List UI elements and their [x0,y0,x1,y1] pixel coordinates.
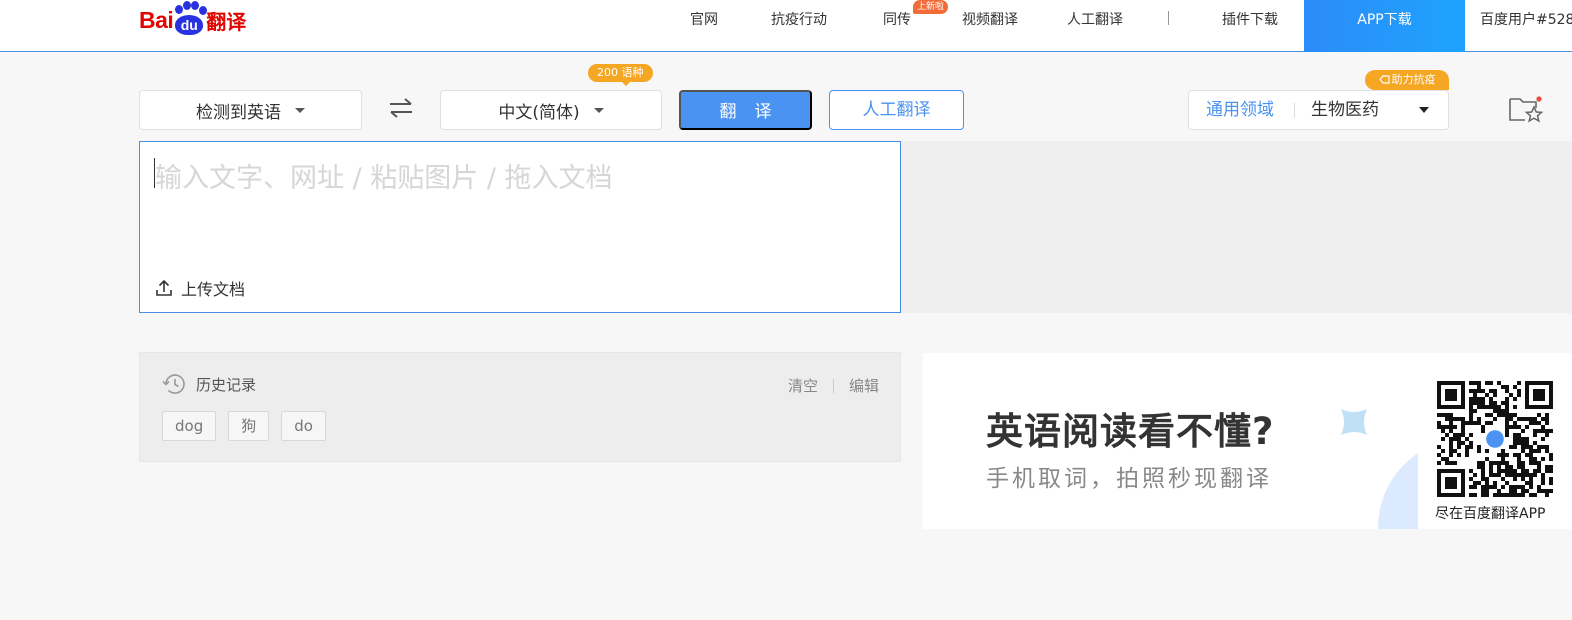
logo-du-text: du [175,15,204,35]
logo-bai-text: Bai [139,6,174,33]
language-count-badge: 200 语种 [588,64,653,86]
baidu-paw-icon: du [172,1,208,37]
upload-document-button[interactable]: 上传文档 [155,276,245,300]
chevron-down-icon [295,107,305,113]
domain-selected-label: 生物医药 [1311,100,1379,120]
swap-arrows-icon[interactable] [387,96,415,120]
nav-human-translate[interactable]: 人工翻译 [1067,0,1123,40]
anti-epidemic-badge-label: 助力抗疫 [1391,73,1436,86]
user-name[interactable]: 百度用户#528 [1480,0,1572,40]
new-badge: 上新啦 [913,0,949,14]
caret-down-icon [1419,107,1429,113]
history-panel: 历史记录 清空 编辑 dog 狗 do [139,352,901,462]
upload-document-label: 上传文档 [181,280,246,299]
source-language-label: 检测到英语 [196,102,281,123]
source-text-input[interactable]: 输入文字、网址 / 粘贴图片 / 拖入文档 上传文档 [139,141,901,313]
history-actions-divider [832,378,834,393]
anti-epidemic-badge: 助力抗疫 [1365,70,1449,90]
nav-kangyi[interactable]: 抗疫行动 [771,0,827,40]
top-header: Bai du 翻译 官网 抗疫行动 同传 上新啦 视频翻译 人工翻译 插件下载 … [0,0,1572,52]
history-edit-button[interactable]: 编辑 [849,375,879,396]
sparkle-icon [1341,409,1367,435]
chevron-down-icon [593,107,604,113]
tag-icon [1378,75,1390,84]
app-qr-card[interactable]: 尽在百度翻译APP [1418,373,1572,529]
logo-fanyi-text: 翻译 [206,9,247,34]
translate-button[interactable]: 翻译 [679,90,812,130]
history-item[interactable]: dog [162,411,217,441]
history-clear-button[interactable]: 清空 [788,375,818,396]
baidu-fanyi-logo[interactable]: Bai du 翻译 [139,1,247,38]
history-items: dog 狗 do [162,411,326,441]
qr-code-image [1437,381,1553,497]
nav-plugin-download[interactable]: 插件下载 [1222,0,1278,40]
history-clock-icon [162,374,185,394]
domain-divider [1294,103,1295,118]
source-language-select[interactable]: 检测到英语 [139,90,362,130]
text-cursor [154,158,155,188]
translation-output-area [901,141,1572,313]
nav-divider [1168,11,1169,25]
history-title-label: 历史记录 [196,375,257,394]
history-item[interactable]: 狗 [228,411,270,441]
promo-subline: 手机取词，拍照秒现翻译 [986,466,1272,492]
qr-caption: 尽在百度翻译APP [1435,506,1546,522]
domain-select[interactable]: 通用领域 生物医药 [1188,90,1449,130]
human-translate-button[interactable]: 人工翻译 [829,90,964,130]
nav-guanwang[interactable]: 官网 [690,0,718,40]
upload-icon [156,279,172,296]
promo-headline: 英语阅读看不懂? [986,410,1275,453]
nav-tongchuan[interactable]: 同传 [883,0,911,40]
target-language-select[interactable]: 中文(简体) [440,90,662,130]
history-actions: 清空 编辑 [788,375,879,396]
nav-video-translate[interactable]: 视频翻译 [962,0,1018,40]
domain-general-label[interactable]: 通用领域 [1206,91,1274,129]
history-item[interactable]: do [281,411,326,441]
history-title: 历史记录 [162,373,256,395]
input-placeholder: 输入文字、网址 / 粘贴图片 / 拖入文档 [155,163,613,194]
folder-star-icon[interactable] [1508,94,1544,124]
target-language-label: 中文(简体) [498,102,580,123]
app-download-button[interactable]: APP下载 [1304,0,1465,52]
